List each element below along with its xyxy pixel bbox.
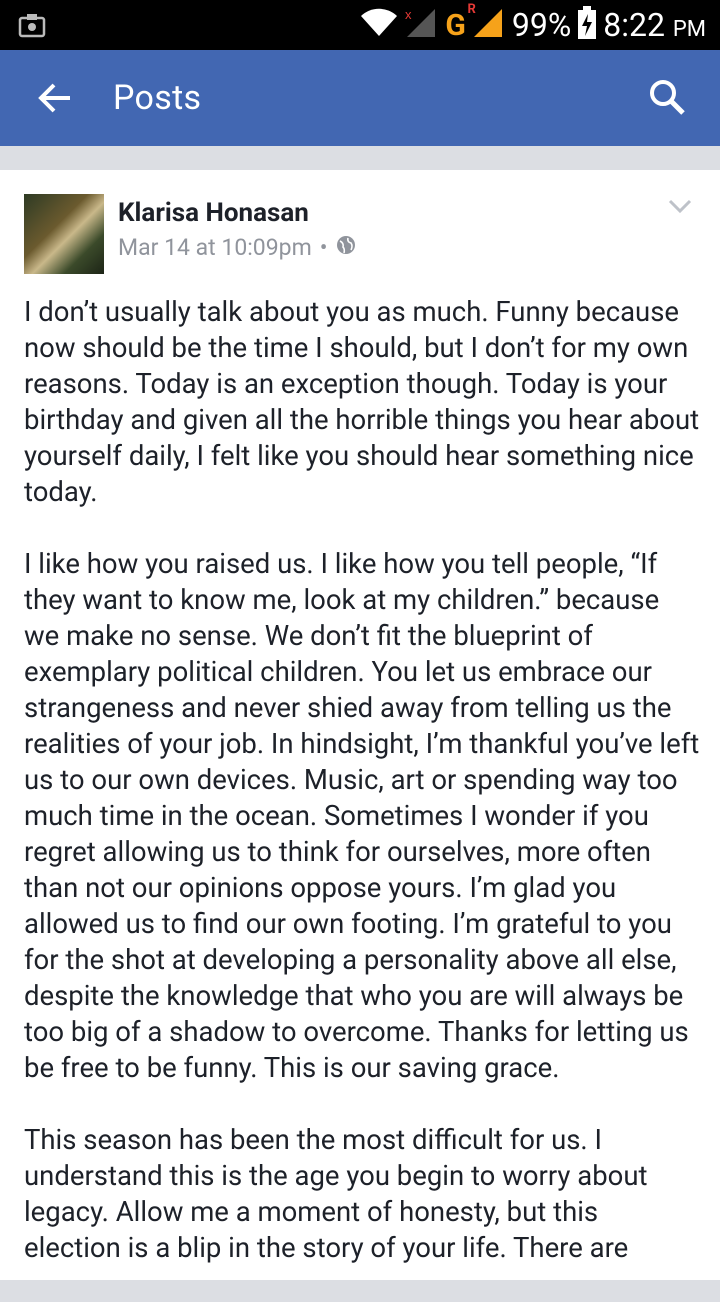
- network-type-label: G: [445, 7, 466, 43]
- post-paragraph: I don’t usually talk about you as much. …: [24, 295, 700, 508]
- post-meta: Mar 14 at 10:09pm •: [118, 234, 356, 261]
- photo-notification-icon: [18, 12, 48, 42]
- roaming-label: R: [467, 1, 476, 17]
- chevron-down-icon[interactable]: [668, 198, 692, 218]
- clock-time: 8:22: [603, 6, 665, 44]
- battery-percent: 99%: [511, 6, 572, 44]
- post-author[interactable]: Klarisa Honasan: [118, 198, 309, 228]
- status-bar: x GR 99% 8:22 PM: [0, 0, 720, 50]
- meta-separator: •: [319, 234, 328, 261]
- post-body: I don’t usually talk about you as much. …: [24, 294, 700, 1302]
- back-arrow-icon[interactable]: [36, 80, 72, 120]
- wifi-icon: [359, 8, 399, 42]
- clock-ampm: PM: [672, 17, 706, 42]
- network-type-icon: GR: [445, 2, 475, 43]
- post-paragraph: This season has been the most difficult …: [24, 1123, 648, 1264]
- app-bar: Posts: [0, 50, 720, 146]
- signal-strength-icon: [472, 7, 506, 43]
- clock: 8:22 PM: [603, 6, 706, 44]
- post-card: Klarisa Honasan Mar 14 at 10:09pm • I do…: [0, 170, 720, 1280]
- post-paragraph: I like how you raised us. I like how you…: [24, 547, 700, 1084]
- search-icon[interactable]: [648, 78, 686, 120]
- page-title: Posts: [113, 78, 202, 118]
- status-icons: x GR 99% 8:22 PM: [359, 2, 706, 46]
- globe-icon: [336, 234, 356, 261]
- avatar[interactable]: [24, 194, 104, 274]
- svg-text:x: x: [405, 7, 412, 22]
- post-timestamp[interactable]: Mar 14 at 10:09pm: [118, 234, 312, 261]
- battery-charging-icon: [577, 6, 597, 44]
- signal-no-sim-icon: x: [405, 7, 439, 43]
